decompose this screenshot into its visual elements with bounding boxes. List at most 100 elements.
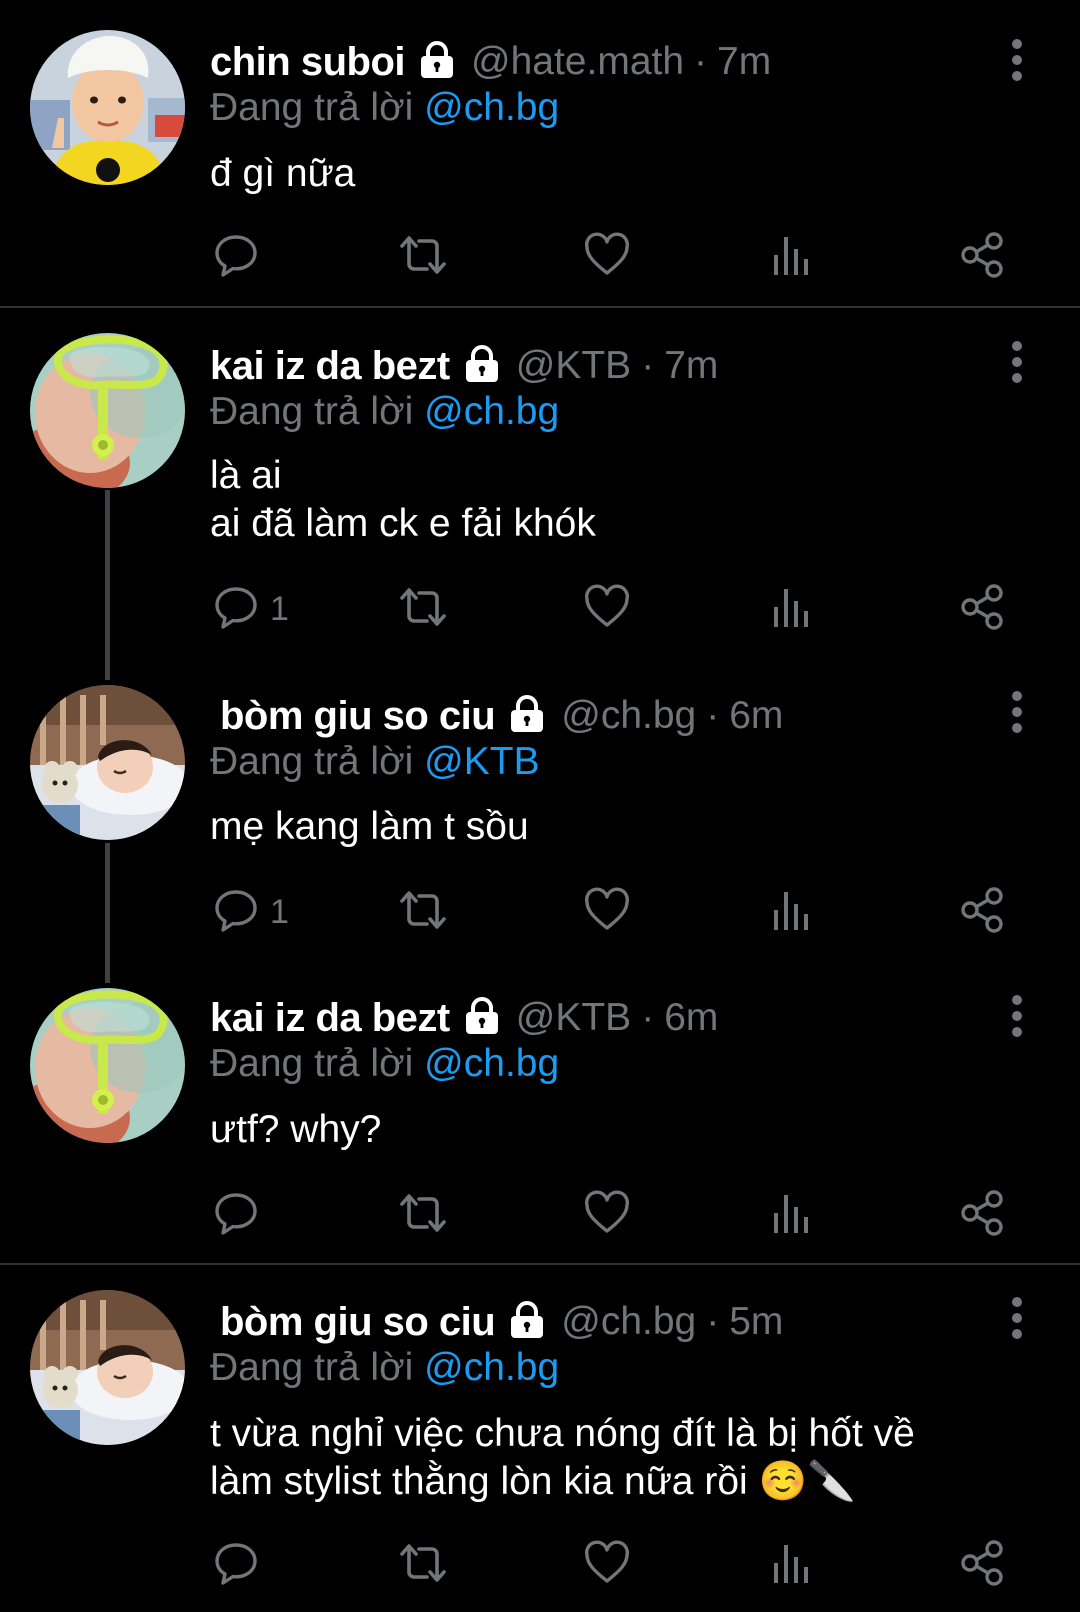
retweet-icon	[395, 886, 451, 939]
more-vertical-icon[interactable]	[1005, 690, 1029, 734]
like-button[interactable]	[583, 584, 631, 634]
more-vertical-icon[interactable]	[1005, 340, 1029, 384]
tweet-text-line: là ai	[210, 454, 282, 497]
user-handle[interactable]: @KTB	[516, 344, 631, 388]
separator-dot: ·	[641, 344, 655, 387]
retweet-button[interactable]	[395, 887, 451, 937]
replying-to: Đang trả lời @ch.bg	[210, 86, 559, 130]
like-button[interactable]	[583, 1540, 631, 1590]
views-button[interactable]	[768, 1540, 816, 1590]
separator-dot: ·	[641, 996, 655, 1039]
lock-icon	[507, 694, 547, 739]
replying-to-link[interactable]: @ch.bg	[424, 1346, 559, 1389]
retweet-icon	[395, 1189, 451, 1242]
tweet-header: kai iz da bezt @KTB · 7m	[210, 340, 718, 392]
reply-button[interactable]	[212, 1540, 270, 1590]
more-vertical-icon[interactable]	[1005, 994, 1029, 1038]
user-handle[interactable]: @ch.bg	[561, 1300, 696, 1344]
views-icon	[768, 1539, 816, 1592]
display-name[interactable]: bòm giu so ciu	[220, 1300, 496, 1345]
user-handle[interactable]: @hate.math	[471, 40, 684, 84]
retweet-button[interactable]	[395, 584, 451, 634]
separator-dot: ·	[706, 694, 720, 737]
reply-icon	[212, 1539, 260, 1592]
heart-icon	[583, 583, 631, 636]
timestamp[interactable]: 6m	[729, 694, 783, 738]
replying-to-label: Đang trả lời	[210, 390, 414, 433]
reply-button[interactable]	[212, 232, 270, 282]
like-button[interactable]	[583, 232, 631, 282]
share-button[interactable]	[958, 1540, 1006, 1590]
display-name[interactable]: bòm giu so ciu	[220, 694, 496, 739]
replying-to: Đang trả lời @KTB	[210, 740, 540, 784]
display-name[interactable]: kai iz da bezt	[210, 344, 450, 389]
reply-button[interactable]: 1	[212, 887, 289, 937]
views-button[interactable]	[768, 1190, 816, 1240]
views-button[interactable]	[768, 584, 816, 634]
views-icon	[768, 231, 816, 284]
replying-to-link[interactable]: @KTB	[424, 740, 539, 783]
display-name[interactable]: kai iz da bezt	[210, 996, 450, 1041]
timestamp[interactable]: 7m	[717, 40, 771, 84]
like-button[interactable]	[583, 887, 631, 937]
avatar[interactable]	[30, 988, 185, 1143]
replying-to: Đang trả lời @ch.bg	[210, 1346, 559, 1390]
lock-icon	[507, 1300, 547, 1345]
reply-button[interactable]	[212, 1190, 270, 1240]
views-button[interactable]	[768, 232, 816, 282]
timestamp[interactable]: 7m	[664, 344, 718, 388]
tweet-text: t vừa nghỉ việc chưa nóng đít là bị hốt …	[210, 1410, 915, 1506]
avatar[interactable]	[30, 685, 185, 840]
user-handle[interactable]: @ch.bg	[561, 694, 696, 738]
share-icon	[958, 583, 1006, 636]
views-button[interactable]	[768, 887, 816, 937]
tweet-text: ưtf? why?	[210, 1106, 381, 1154]
views-icon	[768, 1189, 816, 1242]
reply-icon	[212, 231, 260, 284]
avatar[interactable]	[30, 1290, 185, 1445]
tweet-text-line: làm stylist thằng lòn kia nữa rồi ☺️🔪	[210, 1460, 856, 1503]
replying-to-label: Đang trả lời	[210, 1042, 414, 1085]
retweet-button[interactable]	[395, 1540, 451, 1590]
avatar[interactable]	[30, 30, 185, 185]
views-icon	[768, 886, 816, 939]
tweet-header: chin suboi @hate.math · 7m	[210, 36, 771, 88]
tweet-text: đ gì nữa	[210, 150, 355, 198]
share-icon	[958, 1539, 1006, 1592]
retweet-button[interactable]	[395, 1190, 451, 1240]
timestamp[interactable]: 5m	[729, 1300, 783, 1344]
avatar[interactable]	[30, 333, 185, 488]
timestamp[interactable]: 6m	[664, 996, 718, 1040]
replying-to-link[interactable]: @ch.bg	[424, 86, 559, 129]
action-bar	[210, 1190, 1040, 1240]
share-button[interactable]	[958, 232, 1006, 282]
share-button[interactable]	[958, 1190, 1006, 1240]
share-button[interactable]	[958, 887, 1006, 937]
like-button[interactable]	[583, 1190, 631, 1240]
tweet-header: bòm giu so ciu @ch.bg · 5m	[210, 1296, 783, 1348]
more-vertical-icon[interactable]	[1005, 38, 1029, 82]
retweet-icon	[395, 583, 451, 636]
replying-to-link[interactable]: @ch.bg	[424, 390, 559, 433]
reply-button[interactable]: 1	[212, 584, 289, 634]
tweet-header: kai iz da bezt @KTB · 6m	[210, 992, 718, 1044]
share-button[interactable]	[958, 584, 1006, 634]
tweet-item[interactable]: chin suboi @hate.math · 7m Đang trả lời …	[0, 0, 1080, 306]
more-vertical-icon[interactable]	[1005, 1296, 1029, 1340]
replying-to-link[interactable]: @ch.bg	[424, 1042, 559, 1085]
thread-line	[105, 843, 110, 983]
replying-to: Đang trả lời @ch.bg	[210, 390, 559, 434]
heart-icon	[583, 231, 631, 284]
retweet-button[interactable]	[395, 232, 451, 282]
tweet-text: mẹ kang làm t sồu	[210, 803, 529, 851]
action-bar: 1	[210, 887, 1040, 937]
separator-dot: ·	[706, 1300, 720, 1343]
user-handle[interactable]: @KTB	[516, 996, 631, 1040]
retweet-icon	[395, 1539, 451, 1592]
action-bar	[210, 232, 1040, 282]
replying-to: Đang trả lời @ch.bg	[210, 1042, 559, 1086]
reply-count: 1	[270, 589, 289, 628]
display-name[interactable]: chin suboi	[210, 40, 406, 85]
tweet-header: bòm giu so ciu @ch.bg · 6m	[210, 690, 783, 742]
heart-icon	[583, 1189, 631, 1242]
